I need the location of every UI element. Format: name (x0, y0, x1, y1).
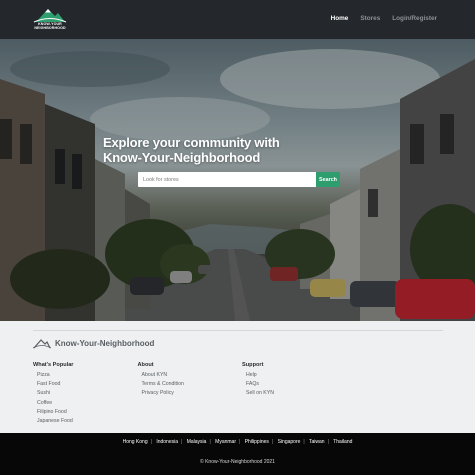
hero-title-line2: Know-Your-Neighborhood (103, 150, 261, 165)
mountain-logo-icon (33, 9, 67, 23)
footer-brand-name: Know-Your-Neighborhood (55, 338, 155, 348)
separator: | (303, 439, 305, 445)
footer-link-about-kyn[interactable]: About KYN (142, 371, 243, 380)
hero-title-line1: Explore your community with (103, 135, 280, 150)
hero-title: Explore your community with Know-Your-Ne… (103, 135, 280, 165)
country-link-indonesia[interactable]: Indonesia (156, 439, 178, 445)
logo-text: KNOW-YOUR NEIGHBORHOOD (32, 22, 68, 30)
footer-link-faqs[interactable]: FAQs (246, 380, 347, 389)
separator: | (209, 439, 211, 445)
separator: | (150, 439, 152, 445)
copyright-text: © Know-Your-Neighborhood 2021 (200, 459, 275, 465)
country-links: Hong Kong | Indonesia | Malaysia | Myanmar |… (0, 439, 475, 445)
separator: | (181, 439, 183, 445)
footer-column-heading: About (137, 362, 154, 368)
country-link-taiwan[interactable]: Taiwan (309, 439, 325, 445)
country-link-philippines[interactable]: Philippines (245, 439, 269, 445)
site-logo[interactable]: KNOW-YOUR NEIGHBORHOOD (32, 5, 68, 33)
logo-text-line2: NEIGHBORHOOD (34, 26, 66, 30)
footer-column-popular: What's Popular Pizza Fast Food Sushi Cof… (33, 362, 138, 426)
footer-link-terms[interactable]: Terms & Condition (142, 380, 243, 389)
country-link-hong-kong[interactable]: Hong Kong (123, 439, 148, 445)
footer-column-heading: What's Popular (33, 362, 74, 368)
footer-link-sell-on-kyn[interactable]: Sell on KYN (246, 389, 347, 398)
footer-column-about: About About KYN Terms & Condition Privac… (138, 362, 243, 426)
footer-link-sushi[interactable]: Sushi (37, 389, 138, 398)
nav-stores-link[interactable]: Stores (360, 15, 380, 22)
footer-brand[interactable]: Know-Your-Neighborhood (33, 337, 154, 349)
store-search-bar: Search (138, 172, 340, 187)
separator: | (239, 439, 241, 445)
footer-column-heading: Support (242, 362, 264, 368)
main-nav: Home Stores Login/Register (331, 15, 437, 22)
footer-link-pizza[interactable]: Pizza (37, 371, 138, 380)
country-link-thailand[interactable]: Thailand (333, 439, 352, 445)
bottom-bar: Hong Kong | Indonesia | Malaysia | Myanmar |… (0, 433, 475, 475)
footer-link-coffee[interactable]: Coffee (37, 399, 138, 408)
footer-link-filipino-food[interactable]: Filipino Food (37, 408, 138, 417)
footer-link-japanese-food[interactable]: Japanese Food (37, 417, 138, 426)
country-link-singapore[interactable]: Singapore (278, 439, 301, 445)
country-link-malaysia[interactable]: Malaysia (187, 439, 207, 445)
footer-info: Know-Your-Neighborhood What's Popular Pi… (0, 321, 475, 433)
nav-home-link[interactable]: Home (331, 15, 349, 22)
footer-columns: What's Popular Pizza Fast Food Sushi Cof… (33, 362, 347, 426)
hero-banner: Explore your community with Know-Your-Ne… (0, 39, 475, 321)
nav-login-register-link[interactable]: Login/Register (392, 15, 437, 22)
footer-link-fast-food[interactable]: Fast Food (37, 380, 138, 389)
top-navbar: KNOW-YOUR NEIGHBORHOOD Home Stores Login… (0, 0, 475, 39)
footer-column-support: Support Help FAQs Sell on KYN (242, 362, 347, 426)
search-button[interactable]: Search (316, 172, 340, 187)
footer-link-help[interactable]: Help (246, 371, 347, 380)
separator: | (327, 439, 329, 445)
footer-link-privacy[interactable]: Privacy Policy (142, 389, 243, 398)
footer-divider (33, 330, 443, 331)
separator: | (271, 439, 274, 445)
country-link-myanmar[interactable]: Myanmar (215, 439, 236, 445)
store-search-input[interactable] (138, 172, 316, 187)
mountain-brand-icon (33, 339, 51, 349)
